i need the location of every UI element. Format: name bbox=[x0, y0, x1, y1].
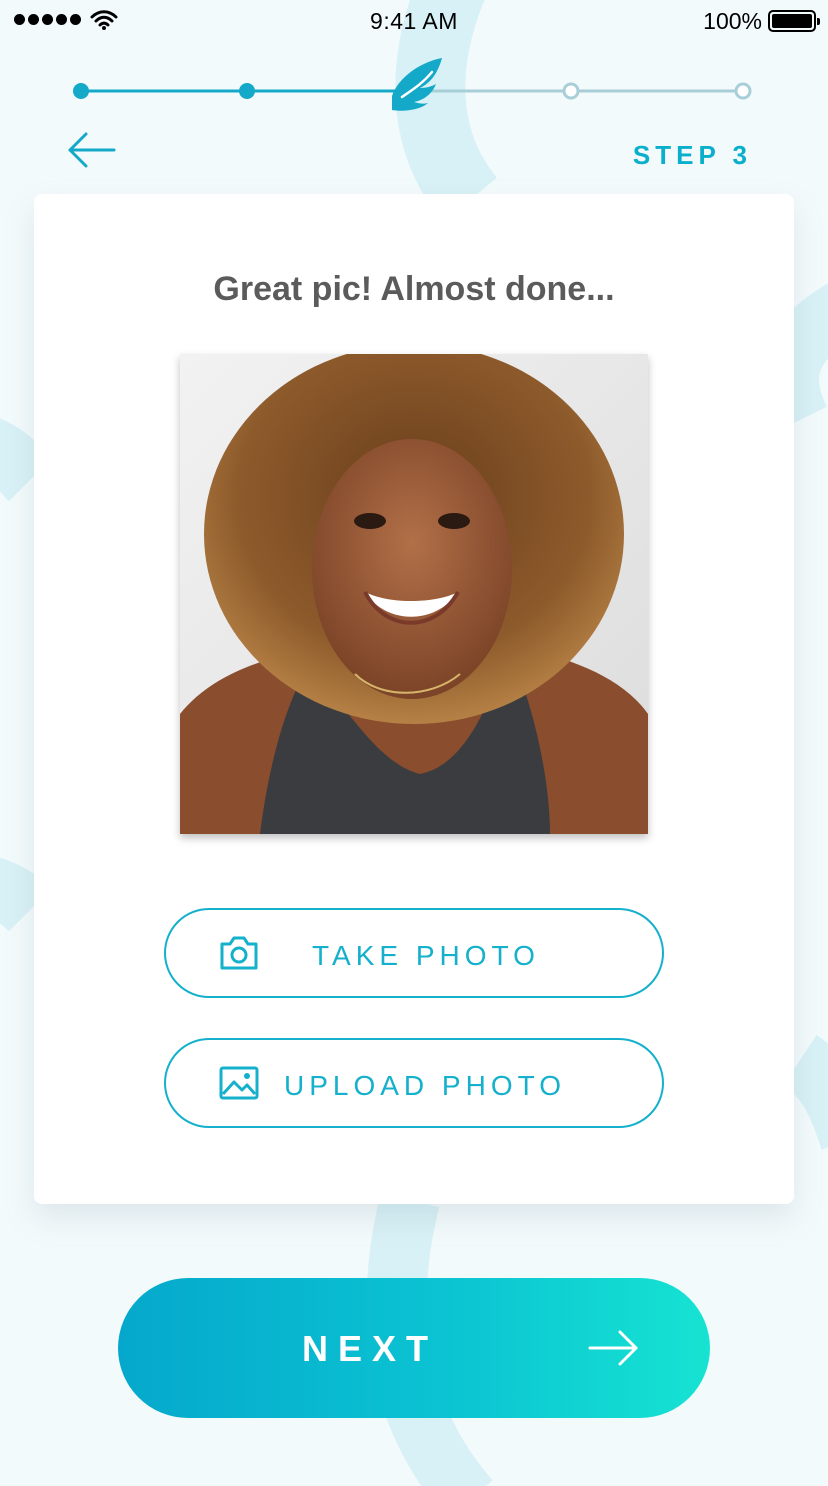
step-dot-4 bbox=[562, 82, 580, 100]
step-dot-5 bbox=[734, 82, 752, 100]
take-photo-button[interactable]: TAKE PHOTO bbox=[164, 908, 664, 998]
arrow-left-icon bbox=[68, 132, 116, 168]
next-button[interactable]: NEXT bbox=[118, 1278, 710, 1418]
step-dot-1 bbox=[73, 83, 89, 99]
battery-icon bbox=[768, 10, 820, 32]
camera-icon bbox=[220, 936, 258, 970]
step-dot-2 bbox=[239, 83, 255, 99]
upload-photo-label: UPLOAD PHOTO bbox=[284, 1070, 566, 1101]
next-label: NEXT bbox=[302, 1328, 439, 1369]
card-title: Great pic! Almost done... bbox=[213, 270, 615, 308]
image-icon bbox=[219, 1066, 259, 1100]
back-button[interactable] bbox=[66, 130, 122, 174]
wing-icon bbox=[392, 58, 442, 111]
battery-percentage: 100% bbox=[703, 8, 762, 34]
photo-card: Great pic! Almost done... TAKE PHOTO UPL… bbox=[34, 194, 794, 1204]
upload-photo-button[interactable]: UPLOAD PHOTO bbox=[164, 1038, 664, 1128]
step-label: STEP 3 bbox=[632, 140, 752, 170]
arrow-right-icon bbox=[588, 1330, 638, 1366]
take-photo-label: TAKE PHOTO bbox=[312, 940, 540, 971]
profile-photo bbox=[180, 354, 648, 834]
status-bar: 9:41 AM 100% bbox=[0, 0, 828, 44]
step-progress bbox=[73, 58, 752, 111]
